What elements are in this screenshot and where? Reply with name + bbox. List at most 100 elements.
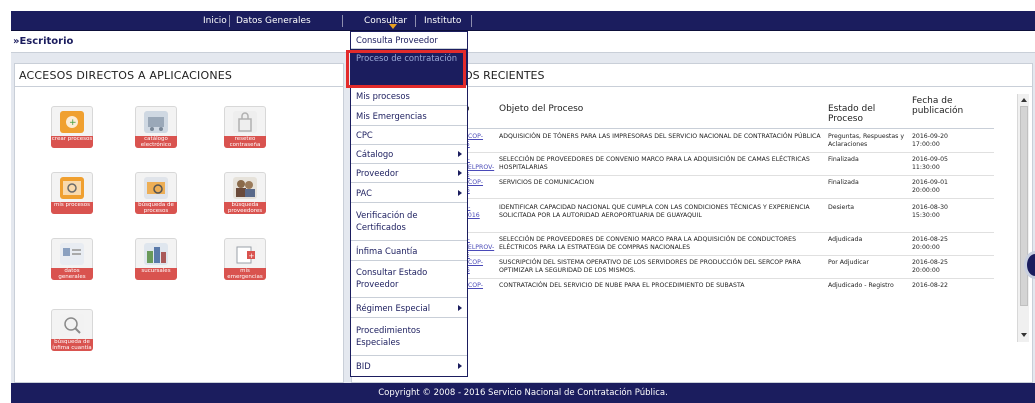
app-mis-procesos[interactable]: mis procesos	[51, 172, 93, 214]
breadcrumb-bar: »Escritorio	[11, 33, 1035, 53]
app-label: mis procesos	[51, 202, 93, 214]
app-label: crear procesos	[51, 136, 93, 148]
footer: Copyright © 2008 - 2016 Servicio Naciona…	[11, 383, 1035, 403]
app-catalogo-electronico[interactable]: catálogo electrónico	[135, 106, 177, 148]
branches-icon	[144, 243, 168, 265]
process-status: Finalizada	[828, 156, 859, 163]
nav-separator	[415, 15, 416, 27]
process-date: 2016-08-25 20:00:00	[912, 259, 948, 274]
electronic-catalog-icon	[144, 111, 168, 133]
copyright-text: Copyright © 2008 - 2016 Servicio Naciona…	[378, 388, 668, 398]
nav-separator	[229, 15, 230, 27]
highlight-annotation	[346, 50, 466, 88]
process-status: Desierta	[828, 204, 855, 211]
app-datos-generales[interactable]: datos generales	[51, 238, 93, 280]
menu-item-infima-cuantia[interactable]: Ínfima Cuantía	[351, 241, 467, 261]
app-crear-procesos[interactable]: + crear procesos	[51, 106, 93, 148]
nav-datos-generales[interactable]: Datos Generales	[236, 11, 311, 31]
left-margin	[0, 0, 11, 403]
menu-item-proveedor[interactable]: Proveedor	[351, 164, 467, 183]
column-header-objeto: Objeto del Proceso	[499, 94, 819, 128]
create-process-icon: +	[60, 111, 84, 133]
row-divider	[464, 255, 994, 256]
process-object: CONTRATACIÓN DEL SERVICIO DE NUBE PARA E…	[499, 282, 745, 289]
svg-text:+: +	[249, 252, 255, 260]
process-object: SUSCRIPCIÓN DEL SISTEMA OPERATIVO DE LOS…	[499, 259, 801, 274]
menu-item-consulta-proveedor[interactable]: Consulta Proveedor	[351, 32, 467, 49]
process-date: 2016-08-30 15:30:00	[912, 204, 948, 219]
process-date: 2016-09-01 20:00:00	[912, 179, 948, 194]
app-label: datos generales	[51, 268, 93, 280]
app-label: mis emergencias	[224, 268, 266, 280]
menu-item-cpc[interactable]: CPC	[351, 126, 467, 145]
process-object: SERVICIOS DE COMUNICACION	[499, 179, 595, 186]
menu-item-mis-procesos[interactable]: Mis procesos	[351, 86, 467, 106]
app-label: sucursales	[135, 268, 177, 280]
menu-item-mis-emergencias[interactable]: Mis Emergencias	[351, 106, 467, 126]
scroll-up-arrow-icon[interactable]	[1021, 98, 1027, 102]
menu-item-regimen-especial[interactable]: Régimen Especial	[351, 298, 467, 318]
process-object: SELECCIÓN DE PROVEEDORES DE CONVENIO MAR…	[499, 156, 810, 171]
nav-consultar[interactable]: Consultar	[364, 11, 407, 31]
process-status: Adjudicado - Registro	[828, 282, 894, 289]
scroll-thumb[interactable]	[1020, 106, 1028, 306]
supplier-search-icon	[233, 177, 257, 199]
app-sucursales[interactable]: sucursales	[135, 238, 177, 280]
submenu-arrow-icon	[458, 190, 462, 196]
menu-item-catalogo[interactable]: Cátalogo	[351, 145, 467, 164]
recent-processes-table: o Objeto del Proceso Estado del Proceso …	[464, 94, 1024, 344]
column-header-code: o	[464, 94, 494, 128]
app-mis-emergencias[interactable]: + mis emergencias	[224, 238, 266, 280]
menu-item-verificacion-certificados[interactable]: Verificación de Certificados	[351, 203, 467, 241]
process-date: 2016-09-05 11:30:00	[912, 156, 948, 171]
my-processes-icon	[60, 177, 84, 199]
app-busqueda-infima-cuantia[interactable]: búsqueda de ínfima cuantía	[51, 309, 93, 351]
svg-text:+: +	[69, 118, 77, 128]
process-status: Adjudicada	[828, 236, 863, 243]
column-header-estado: Estado del Proceso	[828, 94, 912, 128]
header-divider	[464, 128, 994, 129]
menu-item-pac[interactable]: PAC	[351, 183, 467, 203]
menu-item-procedimientos-especiales[interactable]: Procedimientos Especiales	[351, 318, 467, 356]
app-label: reseteo contraseña	[224, 136, 266, 148]
main-content: ACCESOS DIRECTOS A APLICACIONES + crear …	[11, 53, 1035, 383]
row-divider	[464, 232, 994, 233]
panel-divider	[15, 86, 343, 87]
main-navbar: Inicio Datos Generales Consultar Institu…	[11, 11, 1035, 31]
process-object: SELECCIÓN DE PROVEEDORES DE CONVENIO MAR…	[499, 236, 797, 251]
row-divider	[464, 175, 994, 176]
app-busqueda-proveedores[interactable]: búsqueda proveedores	[224, 172, 266, 214]
shortcuts-panel: ACCESOS DIRECTOS A APLICACIONES + crear …	[14, 63, 344, 383]
submenu-arrow-icon	[458, 305, 462, 311]
column-header-fecha: Fecha de publicación	[912, 94, 972, 128]
breadcrumb: »Escritorio	[13, 36, 74, 47]
recent-processes-title: OS RECIENTES	[464, 69, 545, 82]
active-menu-indicator	[389, 24, 397, 29]
app-label: catálogo electrónico	[135, 136, 177, 148]
app-label: búsqueda de ínfima cuantía	[51, 339, 93, 351]
password-reset-icon	[233, 111, 257, 133]
process-object: ADQUISICIÓN DE TÓNERS PARA LAS IMPRESORA…	[499, 133, 821, 140]
menu-item-bid[interactable]: BID	[351, 356, 467, 376]
shortcuts-panel-title: ACCESOS DIRECTOS A APLICACIONES	[19, 69, 233, 82]
minimum-amount-search-icon	[60, 314, 84, 336]
row-divider	[464, 198, 994, 199]
app-busqueda-procesos[interactable]: búsqueda de procesos	[135, 172, 177, 214]
table-scrollbar[interactable]	[1017, 94, 1029, 342]
nav-inicio[interactable]: Inicio	[203, 11, 227, 31]
general-data-icon	[60, 243, 84, 265]
scroll-down-arrow-icon[interactable]	[1021, 333, 1027, 337]
nav-separator	[471, 15, 472, 27]
app-label: búsqueda de procesos	[135, 202, 177, 214]
process-search-icon	[144, 177, 168, 199]
process-object: IDENTIFICAR CAPACIDAD NACIONAL QUE CUMPL…	[499, 204, 810, 219]
emergencies-icon: +	[233, 243, 257, 265]
app-reseteo-contrasena[interactable]: reseteo contraseña	[224, 106, 266, 148]
nav-instituto[interactable]: Instituto	[424, 11, 461, 31]
menu-item-consultar-estado-proveedor[interactable]: Consultar Estado Proveedor	[351, 261, 467, 298]
process-status: Preguntas, Respuestas y Aclaraciones	[828, 133, 904, 148]
row-divider	[464, 278, 994, 279]
row-divider	[464, 152, 994, 153]
process-date: 2016-08-22	[912, 282, 948, 289]
process-date: 2016-08-25 20:00:00	[912, 236, 948, 251]
